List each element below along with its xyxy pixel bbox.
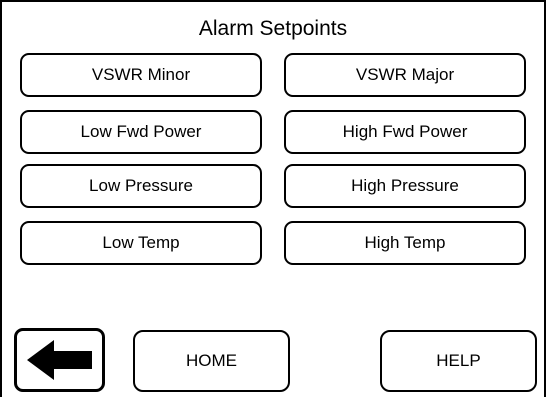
high-temp-button[interactable]: High Temp: [284, 221, 526, 265]
arrow-left-icon: [26, 340, 92, 380]
vswr-minor-button[interactable]: VSWR Minor: [20, 53, 262, 97]
low-fwd-power-button[interactable]: Low Fwd Power: [20, 110, 262, 154]
vswr-major-button[interactable]: VSWR Major: [284, 53, 526, 97]
help-button[interactable]: HELP: [380, 330, 537, 392]
back-button[interactable]: [14, 328, 105, 392]
page-title: Alarm Setpoints: [198, 17, 348, 40]
low-temp-button[interactable]: Low Temp: [20, 221, 262, 265]
high-pressure-button[interactable]: High Pressure: [284, 164, 526, 208]
alarm-setpoints-screen: Alarm Setpoints VSWR Minor VSWR Major Lo…: [0, 0, 546, 397]
high-fwd-power-button[interactable]: High Fwd Power: [284, 110, 526, 154]
home-button[interactable]: HOME: [133, 330, 290, 392]
low-pressure-button[interactable]: Low Pressure: [20, 164, 262, 208]
